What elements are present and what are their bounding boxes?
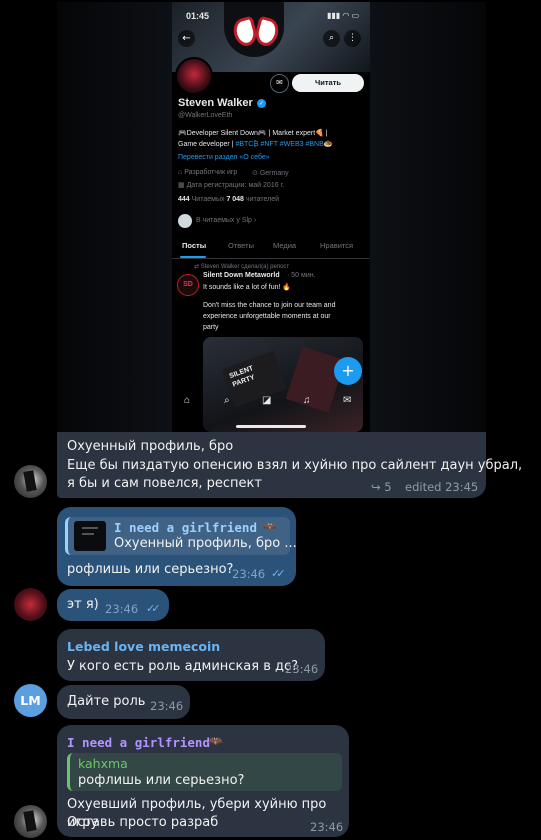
search-icon[interactable]: ⌕	[323, 30, 340, 47]
reply-author: kahxma	[78, 756, 128, 771]
message-time: 23:46	[285, 662, 319, 676]
tab-posts[interactable]: Посты	[182, 241, 206, 250]
plus-icon[interactable]: +	[334, 357, 362, 385]
read-checkmarks-icon: ✓✓	[146, 602, 161, 615]
home-indicator	[236, 425, 306, 428]
tab-likes[interactable]: Нравится	[320, 241, 353, 250]
message-text: Дайте роль	[67, 694, 146, 709]
thumb-line	[82, 533, 94, 535]
follow-button[interactable]: Читать	[292, 74, 364, 92]
user-avatar[interactable]	[14, 465, 47, 498]
profile-name: Steven Walker	[178, 97, 253, 109]
post-author: Silent Down Metaworld	[203, 272, 280, 279]
profile-location: ⊙ Germany	[252, 170, 289, 177]
profile-joined: ▦ Дата регистрации: май 2016 г.	[178, 182, 285, 189]
bat-emoji-icon: 🦇	[263, 520, 277, 533]
party-ticket: SILENT PARTY	[221, 350, 288, 408]
follow-counts[interactable]: 444 Читаемых 7 048 читателей	[178, 196, 279, 203]
messages-icon[interactable]: ✉	[343, 395, 351, 406]
bio-line-1: 🎮Developer Silent Down🎮 | Market expert🍕…	[178, 130, 328, 137]
grok-icon[interactable]: ◪	[262, 395, 271, 406]
message-text: У кого есть роль админская в дс?	[67, 659, 299, 674]
reply-thumbnail	[74, 521, 106, 551]
reply-arrow-icon: ↪	[371, 480, 381, 494]
message-bubble[interactable]: I need a girlfriend 🦇 kahxma рофлишь или…	[57, 725, 349, 837]
spiderman-mask	[224, 2, 284, 57]
outgoing-message-bubble[interactable]: эт я) 23:46 ✓✓	[57, 589, 169, 621]
verified-badge-icon: ✓	[257, 99, 266, 108]
message-text: рофлишь или серьезно?	[67, 562, 234, 577]
status-icons: ▮▮▮ ◠ ▭	[327, 11, 360, 20]
tabs-divider	[172, 258, 370, 259]
user-avatar[interactable]	[14, 588, 47, 621]
message-bubble[interactable]: Дайте роль 23:46	[57, 685, 190, 719]
post-line-2: Don't miss the chance to join our team a…	[203, 302, 336, 309]
sender-name[interactable]: I need a girlfriend	[67, 735, 210, 750]
outgoing-message-bubble[interactable]: I need a girlfriend 🦇 Охуенный профиль, …	[57, 507, 297, 586]
profile-handle: @WalkerLoveEth	[178, 112, 233, 119]
repost-note: ⇄ Steven Walker сделал(а) репост	[194, 264, 290, 270]
profile-category: ⌂ Разработчик игр	[178, 169, 238, 176]
phone-screen: 01:45 ▮▮▮ ◠ ▭ ← ⌕ ⋮ ✉ Читать Steven Walk…	[172, 2, 370, 432]
message-icon[interactable]: ✉	[270, 74, 289, 93]
home-icon[interactable]: ⌂	[184, 395, 190, 406]
blur-left	[57, 2, 172, 432]
reply-quote[interactable]: I need a girlfriend 🦇 Охуенный профиль, …	[65, 517, 297, 555]
user-avatar-initials[interactable]: LM	[14, 684, 47, 717]
message-time: 23:46	[105, 602, 139, 616]
mask-eye-right	[252, 15, 282, 49]
post-author-avatar[interactable]: SD	[177, 274, 199, 296]
reply-author: I need a girlfriend	[114, 520, 257, 535]
sender-name[interactable]: Lebed love memecoin	[67, 639, 220, 654]
reply-text: Охуенный профиль, бро ...	[114, 536, 297, 551]
profile-avatar[interactable]	[175, 57, 213, 95]
message-bubble[interactable]: Охуенный профиль, бро Еще бы пиздатую оп…	[57, 432, 522, 498]
translate-bio-link[interactable]: Перевести раздел «О себе»	[178, 154, 270, 161]
bat-emoji-icon: 🦇	[208, 734, 223, 748]
message-time: 23:46	[232, 567, 266, 581]
message-time: 23:46	[150, 699, 184, 713]
post-line-1: It sounds like a lot of fun! 🔥	[203, 284, 292, 291]
thumb-line	[82, 527, 98, 529]
back-arrow-icon[interactable]: ←	[178, 30, 195, 47]
followed-by[interactable]: В читаемых у Slp ›	[196, 217, 256, 224]
reply-quote[interactable]: kahxma рофлишь или серьезно?	[67, 753, 342, 791]
more-icon[interactable]: ⋮	[344, 30, 361, 47]
message-text-line: Охуенный профиль, бро	[67, 439, 234, 454]
status-time: 01:45	[186, 11, 210, 21]
reply-text: рофлишь или серьезно?	[78, 773, 245, 788]
notifications-icon[interactable]: ♫	[303, 395, 311, 406]
read-checkmarks-icon: ✓✓	[271, 567, 286, 580]
bio-line-2: Game developer | #BTC₿ #NFT #WEB3 #BNB🧆	[178, 141, 333, 148]
explore-icon[interactable]: ⌕	[224, 395, 230, 406]
replies-counter[interactable]: ↪ 5	[371, 480, 392, 494]
tab-replies[interactable]: Ответы	[228, 241, 254, 250]
avatar-figure	[23, 470, 37, 492]
follower-avatar	[178, 214, 192, 228]
blur-right	[370, 2, 486, 432]
post-image[interactable]: SILENT PARTY	[203, 337, 363, 432]
message-text: эт я)	[67, 597, 99, 612]
post-line-4: party	[203, 324, 219, 331]
message-time: 23:46	[310, 820, 344, 834]
post-line-3: experience unforgettable moments at our	[203, 313, 331, 320]
message-text-line: я бы и сам повелся, респект	[67, 476, 262, 491]
screenshot-image[interactable]: 01:45 ▮▮▮ ◠ ▭ ← ⌕ ⋮ ✉ Читать Steven Walk…	[57, 2, 486, 432]
message-bubble[interactable]: Lebed love memecoin У кого есть роль адм…	[57, 629, 325, 681]
post-time: · 50 мин.	[287, 272, 316, 279]
tab-media[interactable]: Медиа	[273, 241, 296, 250]
message-text-line: Оставь просто разраб	[67, 815, 219, 830]
message-meta: edited 23:45	[405, 480, 479, 494]
avatar-figure	[23, 810, 37, 832]
user-avatar[interactable]	[14, 805, 47, 838]
message-text-line: Еще бы пиздатую опенсию взял и хуйню про…	[67, 458, 523, 473]
